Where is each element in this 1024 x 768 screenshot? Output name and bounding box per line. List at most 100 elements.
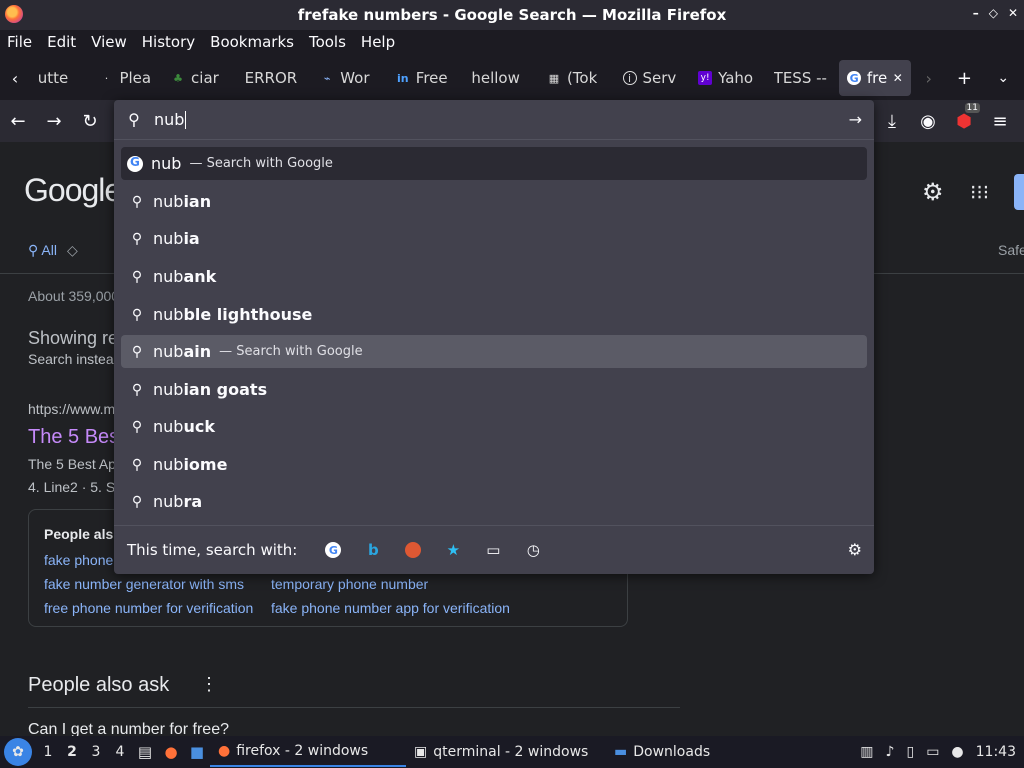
- workspace-3[interactable]: 3: [84, 744, 108, 760]
- suggestion-row[interactable]: ⚲ nub uck: [121, 410, 867, 443]
- google-favicon-icon: G: [847, 71, 861, 85]
- clock[interactable]: 11:43: [976, 744, 1016, 760]
- downloads-icon[interactable]: ⤓: [874, 103, 910, 139]
- related-search-link[interactable]: temporary phone number: [271, 576, 428, 592]
- search-icon: ⚲: [131, 493, 143, 510]
- suggestion-completion: ia: [183, 229, 200, 248]
- menu-bookmarks[interactable]: Bookmarks: [210, 33, 294, 51]
- tab[interactable]: TESS --: [766, 60, 840, 96]
- duckduckgo-engine-icon[interactable]: [393, 542, 433, 558]
- tab[interactable]: in Free: [388, 60, 464, 96]
- taskbar-qterminal[interactable]: ▣ qterminal - 2 windows: [406, 737, 606, 767]
- related-search-link[interactable]: free phone number for verification: [44, 600, 253, 616]
- bing-engine-icon[interactable]: b: [353, 541, 393, 559]
- minimize-button[interactable]: –: [973, 6, 979, 20]
- google-engine-icon[interactable]: G: [313, 542, 353, 558]
- file-manager-launcher-icon[interactable]: ▤: [132, 743, 158, 761]
- extension-icon[interactable]: ⬢ 11: [946, 103, 982, 139]
- search-settings-gear-icon[interactable]: ⚙: [848, 540, 862, 559]
- apps-grid-icon[interactable]: ⁝⁝⁝: [970, 180, 989, 205]
- suggestion-row[interactable]: ⚲ nub ank: [121, 260, 867, 293]
- tab[interactable]: y! Yaho: [690, 60, 766, 96]
- suggestion-row[interactable]: ⚲ nub ble lighthouse: [121, 298, 867, 331]
- start-menu-icon[interactable]: ✿: [4, 738, 32, 766]
- safesearch-label[interactable]: Safe: [998, 242, 1024, 258]
- suggestion-row[interactable]: ⚲ nub ian: [121, 185, 867, 218]
- firefox-launcher-icon[interactable]: ●: [158, 743, 184, 761]
- forward-icon[interactable]: →: [36, 103, 72, 139]
- suggestion-row[interactable]: ⚲ nub iome: [121, 448, 867, 481]
- sign-in-button[interactable]: [1014, 174, 1024, 210]
- tab-label: ciar: [191, 69, 219, 87]
- close-window-button[interactable]: ✕: [1008, 6, 1018, 20]
- tab-label: Serv: [642, 69, 677, 87]
- back-icon[interactable]: ←: [0, 103, 36, 139]
- menu-edit[interactable]: Edit: [47, 33, 76, 51]
- notification-icon[interactable]: ●: [951, 744, 963, 760]
- maximize-button[interactable]: ◇: [989, 6, 998, 20]
- tab[interactable]: ⌁ Wor: [312, 60, 388, 96]
- result-url[interactable]: https://www.m: [28, 401, 115, 417]
- tabs-engine-icon[interactable]: ▭: [473, 541, 513, 559]
- menu-file[interactable]: File: [7, 33, 32, 51]
- menu-help[interactable]: Help: [361, 33, 395, 51]
- desktop-icon[interactable]: ■: [184, 743, 210, 761]
- terminal-icon: ▣: [414, 744, 428, 760]
- scroll-tabs-right-icon[interactable]: ›: [911, 60, 947, 96]
- suggestion-row[interactable]: ⚲ nub ia: [121, 222, 867, 255]
- suggestion-row[interactable]: nub — Search with Google: [121, 147, 867, 180]
- clipboard-icon[interactable]: ▥: [860, 744, 873, 760]
- more-options-icon[interactable]: ⋮: [200, 674, 218, 695]
- search-instead-link[interactable]: Search instea: [28, 351, 114, 367]
- new-tab-icon[interactable]: +: [947, 60, 983, 96]
- google-logo[interactable]: Google: [24, 172, 122, 209]
- tab[interactable]: utte: [30, 60, 92, 96]
- menu-view[interactable]: View: [91, 33, 127, 51]
- urlbar-text[interactable]: nub: [154, 110, 184, 129]
- related-search-link[interactable]: fake phone number app for verification: [271, 600, 510, 616]
- workspace-2[interactable]: 2: [60, 744, 84, 760]
- tab-active[interactable]: Gfre ✕: [839, 60, 911, 96]
- spelling-notice: Showing re: [28, 328, 119, 348]
- related-search-link[interactable]: fake phone: [44, 552, 113, 568]
- people-also-ask-heading: People also ask: [28, 674, 170, 696]
- search-icon: ⚲: [131, 230, 143, 247]
- history-engine-icon[interactable]: ◷: [513, 541, 553, 559]
- workspace-4[interactable]: 4: [108, 744, 132, 760]
- reload-icon[interactable]: ↻: [72, 103, 108, 139]
- notes-icon[interactable]: ▯: [906, 744, 914, 760]
- network-icon[interactable]: ▭: [926, 744, 939, 760]
- tab[interactable]: ♣ ciar: [163, 60, 237, 96]
- go-arrow-icon[interactable]: →: [849, 110, 862, 129]
- urlbar-input[interactable]: ⚲ nub →: [114, 100, 874, 140]
- taskbar-downloads[interactable]: ▬ Downloads: [606, 737, 736, 767]
- tab[interactable]: ERROR: [237, 60, 313, 96]
- scroll-tabs-left-icon[interactable]: ‹: [0, 60, 30, 96]
- settings-gear-icon[interactable]: ⚙: [922, 178, 944, 207]
- menu-history[interactable]: History: [142, 33, 195, 51]
- volume-icon[interactable]: ♪: [886, 744, 895, 760]
- workspace-1[interactable]: 1: [36, 744, 60, 760]
- qr-icon: ▦: [548, 71, 560, 85]
- menu-tools[interactable]: Tools: [309, 33, 346, 51]
- taskbar-firefox[interactable]: ● firefox - 2 windows: [210, 737, 406, 767]
- tab-all[interactable]: ⚲ All: [28, 242, 57, 259]
- hamburger-menu-icon[interactable]: ≡: [982, 103, 1018, 139]
- close-tab-icon[interactable]: ✕: [893, 71, 903, 85]
- suggestion-row[interactable]: ⚲ nub ian goats: [121, 373, 867, 406]
- question-item[interactable]: Can I get a number for free?: [28, 721, 229, 736]
- tag-icon[interactable]: ◇: [67, 242, 78, 259]
- bookmarks-engine-icon[interactable]: ★: [433, 541, 473, 559]
- tab[interactable]: hellow: [463, 60, 539, 96]
- list-tabs-icon[interactable]: ⌄: [982, 60, 1024, 96]
- suggestion-row-selected[interactable]: ⚲ nub ain — Search with Google: [121, 335, 867, 368]
- tab[interactable]: i Serv: [615, 60, 691, 96]
- tab[interactable]: · Plea: [91, 60, 163, 96]
- private-mask-icon[interactable]: ◉: [910, 103, 946, 139]
- suggestion-prefix: nub: [153, 192, 184, 211]
- result-title-link[interactable]: The 5 Bes: [28, 426, 119, 449]
- related-search-link[interactable]: fake number generator with sms: [44, 576, 244, 592]
- tab[interactable]: ▦ (Tok: [539, 60, 615, 96]
- suggestion-row[interactable]: ⚲ nub ra: [121, 485, 867, 518]
- tab-label: utte: [37, 69, 69, 87]
